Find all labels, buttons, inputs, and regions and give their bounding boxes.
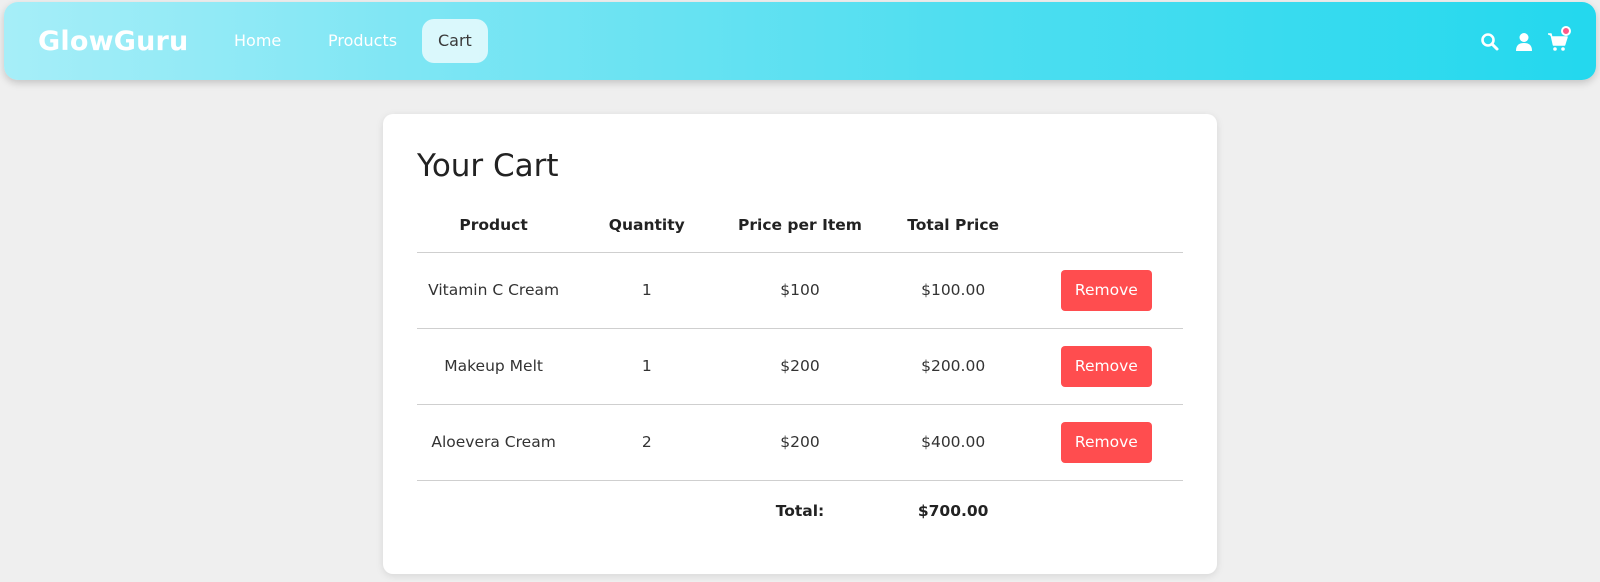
cart-notification-badge	[1561, 26, 1571, 36]
total-row: Total: $700.00	[417, 480, 1183, 542]
remove-button[interactable]: Remove	[1060, 269, 1152, 311]
product-name: Aloevera Cream	[417, 404, 571, 481]
column-header-quantity: Quantity	[570, 198, 724, 253]
empty-cell	[1030, 480, 1183, 542]
page-title: Your Cart	[417, 148, 559, 184]
empty-cell	[570, 480, 723, 542]
total-label: Total:	[775, 502, 825, 521]
nav-link-cart[interactable]: Cart	[422, 19, 488, 63]
actions-cell: Remove	[1029, 252, 1183, 329]
column-header-price-per-item: Price per Item	[723, 198, 877, 253]
price-per-item: $100	[723, 252, 877, 329]
table-row: Vitamin C Cream 1 $100 $100.00 Remove	[417, 252, 1183, 329]
actions-cell: Remove	[1029, 328, 1183, 405]
price-per-item: $200	[723, 328, 877, 405]
cart-table: Product Quantity Price per Item Total Pr…	[417, 198, 1183, 542]
quantity: 2	[570, 404, 724, 481]
empty-cell	[417, 480, 570, 542]
quantity: 1	[570, 328, 724, 405]
total-value: $700.00	[917, 502, 989, 521]
table-header-row: Product Quantity Price per Item Total Pr…	[417, 198, 1183, 253]
brand-logo[interactable]: GlowGuru	[38, 26, 188, 57]
column-header-actions	[1029, 198, 1183, 253]
remove-button[interactable]: Remove	[1060, 421, 1152, 463]
total-price: $100.00	[876, 252, 1030, 329]
price-per-item: $200	[723, 404, 877, 481]
quantity: 1	[570, 252, 724, 329]
product-name: Makeup Melt	[417, 328, 571, 405]
nav-link-products[interactable]: Products	[312, 19, 413, 63]
search-icon[interactable]	[1480, 32, 1502, 54]
nav-link-home[interactable]: Home	[218, 19, 297, 63]
cart-card: Your Cart Product Quantity Price per Ite…	[383, 114, 1217, 574]
remove-button[interactable]: Remove	[1060, 345, 1152, 387]
total-price: $400.00	[876, 404, 1030, 481]
actions-cell: Remove	[1029, 404, 1183, 481]
column-header-product: Product	[417, 198, 571, 253]
navbar: GlowGuru Home Products Cart	[4, 2, 1596, 80]
product-name: Vitamin C Cream	[417, 252, 571, 329]
table-row: Aloevera Cream 2 $200 $400.00 Remove	[417, 404, 1183, 481]
total-price: $200.00	[876, 328, 1030, 405]
table-row: Makeup Melt 1 $200 $200.00 Remove	[417, 328, 1183, 405]
user-icon[interactable]	[1514, 32, 1536, 54]
column-header-total-price: Total Price	[876, 198, 1030, 253]
